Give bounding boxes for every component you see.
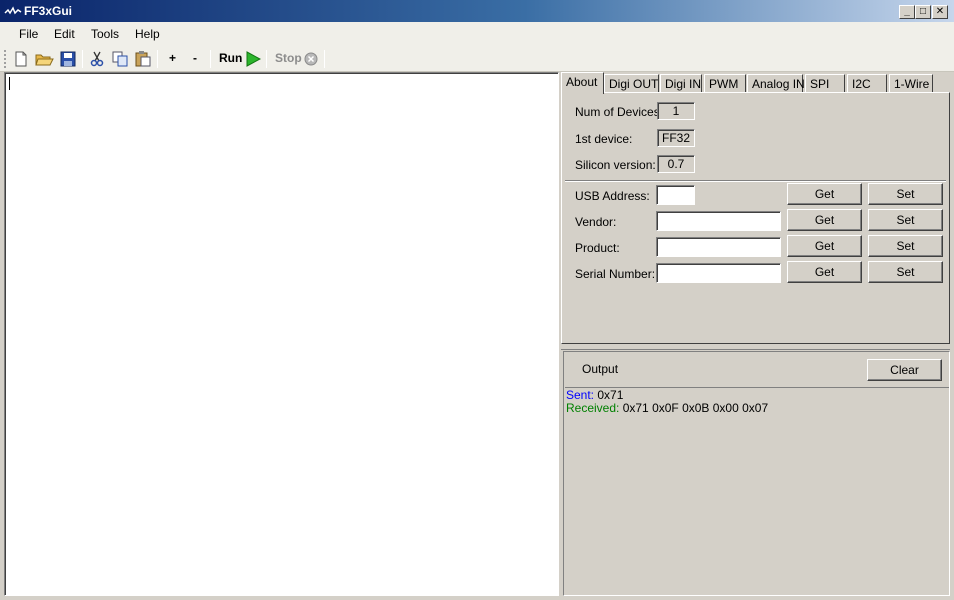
play-icon	[246, 51, 261, 67]
toolbar-separator	[266, 50, 267, 68]
log-line: Received: 0x71 0x0F 0x0B 0x00 0x07	[566, 402, 948, 415]
vendor-get-button[interactable]: Get	[787, 209, 862, 231]
tab-about[interactable]: About	[561, 72, 604, 94]
menu-help[interactable]: Help	[135, 27, 160, 41]
tab-spi[interactable]: SPI	[805, 74, 845, 93]
first-device-label: 1st device:	[575, 132, 633, 146]
stop-label: Stop	[275, 51, 302, 65]
log-text: 0x71 0x0F 0x0B 0x00 0x07	[619, 401, 769, 415]
serial-number-set-button[interactable]: Set	[868, 261, 943, 283]
tab-i2c[interactable]: I2C	[847, 74, 887, 93]
minimize-button[interactable]: _	[899, 5, 915, 19]
serial-number-input[interactable]	[656, 263, 781, 283]
paste-icon[interactable]	[133, 50, 153, 68]
text-caret	[9, 77, 10, 90]
remove-button[interactable]: -	[193, 51, 197, 65]
clear-button[interactable]: Clear	[867, 359, 942, 381]
stop-button[interactable]: Stop	[274, 50, 320, 68]
toolbar-separator	[82, 50, 83, 68]
window-title: FF3xGui	[24, 4, 73, 18]
close-button[interactable]: ✕	[932, 5, 948, 19]
output-title: Output	[582, 362, 619, 376]
maximize-button[interactable]: □	[915, 5, 931, 19]
section-divider	[565, 180, 946, 182]
usb-address-label: USB Address:	[575, 189, 650, 203]
product-get-button[interactable]: Get	[787, 235, 862, 257]
product-input[interactable]	[656, 237, 781, 257]
log-tag: Received:	[566, 401, 620, 415]
product-label: Product:	[575, 241, 620, 255]
output-log[interactable]: Sent: 0x71 Received: 0x71 0x0F 0x0B 0x00…	[565, 387, 949, 595]
usb-address-set-button[interactable]: Set	[868, 183, 943, 205]
usb-address-input[interactable]	[656, 185, 695, 205]
first-device-value: FF32	[657, 129, 695, 147]
usb-address-get-button[interactable]: Get	[787, 183, 862, 205]
num-devices-label: Num of Devices:	[575, 105, 664, 119]
new-file-icon[interactable]	[11, 50, 31, 68]
toolbar-grip[interactable]	[4, 50, 7, 68]
tab-digi-out[interactable]: Digi OUT	[604, 74, 659, 93]
product-set-button[interactable]: Set	[868, 235, 943, 257]
toolbar: + - Run Stop	[0, 46, 954, 72]
toolbar-separator	[210, 50, 211, 68]
tab-pwm[interactable]: PWM	[704, 74, 746, 93]
add-button[interactable]: +	[169, 51, 176, 65]
menu-file[interactable]: File	[19, 27, 38, 41]
vendor-input[interactable]	[656, 211, 781, 231]
tab-analog-in[interactable]: Analog IN	[747, 74, 805, 93]
script-editor[interactable]	[4, 72, 559, 596]
copy-icon[interactable]	[110, 50, 130, 68]
silicon-version-label: Silicon version:	[575, 158, 656, 172]
run-button[interactable]: Run	[218, 50, 262, 68]
vendor-set-button[interactable]: Set	[868, 209, 943, 231]
log-tag: Sent:	[566, 388, 595, 402]
run-label: Run	[219, 51, 243, 65]
tab-1-wire[interactable]: 1-Wire	[889, 74, 933, 93]
silicon-version-value: 0.7	[657, 155, 695, 173]
toolbar-separator	[157, 50, 158, 68]
menu-bar: File Edit Tools Help	[0, 22, 954, 46]
waveform-icon	[4, 6, 22, 15]
menu-tools[interactable]: Tools	[91, 27, 119, 41]
panel-splitter[interactable]	[561, 346, 950, 350]
menu-edit[interactable]: Edit	[54, 27, 75, 41]
cut-icon[interactable]	[87, 50, 107, 68]
save-icon[interactable]	[58, 50, 78, 68]
open-folder-icon[interactable]	[34, 50, 54, 68]
tab-digi-in[interactable]: Digi IN	[660, 74, 702, 93]
serial-number-label: Serial Number:	[575, 267, 656, 281]
toolbar-separator	[324, 50, 325, 68]
title-bar[interactable]: FF3xGui _ □ ✕	[0, 0, 954, 22]
log-text: 0x71	[594, 388, 624, 402]
serial-number-get-button[interactable]: Get	[787, 261, 862, 283]
vendor-label: Vendor:	[575, 215, 617, 229]
num-devices-value: 1	[657, 102, 695, 120]
stop-circle-icon	[304, 52, 318, 66]
